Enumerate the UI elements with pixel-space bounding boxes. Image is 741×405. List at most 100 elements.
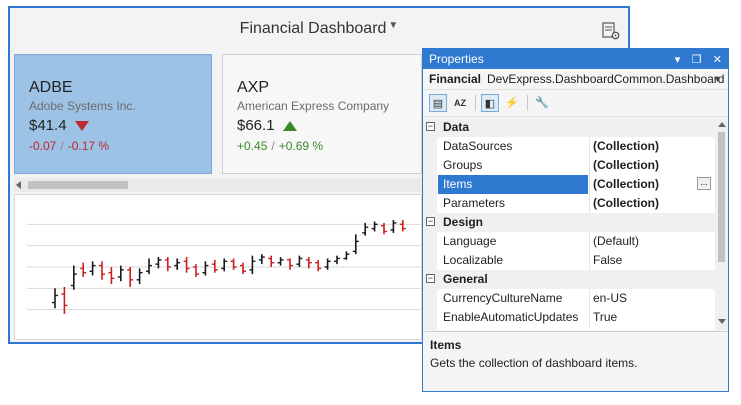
property-value[interactable]: (Collection) (593, 194, 711, 213)
category-general[interactable]: − General (423, 270, 715, 289)
scroll-down-icon[interactable] (718, 319, 726, 324)
chart-candle (352, 234, 359, 255)
dashboard-title: Financial Dashboard ▼ (10, 20, 628, 38)
property-value[interactable]: False (593, 251, 711, 270)
property-name: Localizable (443, 253, 504, 267)
card-company-name: American Express Company (237, 99, 390, 113)
window-position-icon[interactable]: ▾ (675, 54, 681, 66)
chart-candle (174, 258, 181, 270)
scroll-up-icon[interactable] (718, 122, 726, 127)
card-abs-change: +0.45 (237, 139, 268, 153)
chart-candle (117, 265, 124, 282)
properties-toolbar: ▤ AZ ◧ ⚡ 🔧 (423, 90, 728, 117)
card-symbol: ADBE (29, 79, 73, 96)
chart-candle (221, 258, 228, 272)
chart-candle (240, 262, 246, 275)
property-value[interactable]: en-US (593, 289, 711, 308)
chart-candle (334, 255, 340, 265)
property-row-localizable[interactable]: Localizable False (423, 251, 715, 270)
chart-candle (89, 261, 96, 276)
collapse-icon[interactable]: − (426, 274, 435, 283)
chart-candle (230, 258, 237, 270)
chart-candle (315, 259, 322, 272)
dashboard-title-text: Financial Dashboard (239, 20, 387, 37)
toolbar-divider (527, 95, 528, 111)
property-name: CurrencyCultureName (443, 291, 563, 305)
card-change: -0.07/-0.17 % (29, 139, 109, 153)
category-label: Data (443, 120, 470, 134)
chart-candle (343, 251, 350, 260)
property-row-datasources[interactable]: DataSources (Collection) (423, 137, 715, 156)
card-adbe[interactable]: ADBE Adobe Systems Inc. $41.4 -0.07/-0.1… (14, 54, 212, 174)
properties-icon[interactable]: ◧ (481, 94, 499, 112)
property-value[interactable]: (Collection) (593, 137, 711, 156)
chart-candle (193, 264, 199, 277)
chart-candle (287, 258, 293, 270)
property-grid-scrollbar[interactable] (715, 118, 728, 330)
card-axp[interactable]: AXP American Express Company $66.1 +0.45… (222, 54, 422, 174)
collapse-icon[interactable]: − (426, 122, 435, 131)
property-value[interactable]: (Default) (593, 232, 711, 251)
property-row-items[interactable]: Items (Collection) ... (423, 175, 715, 194)
scrollbar-thumb[interactable] (28, 181, 128, 189)
property-row-currencyculturename[interactable]: CurrencyCultureName en-US (423, 289, 715, 308)
object-type: DevExpress.DashboardCommon.Dashboard (487, 72, 725, 86)
card-price: $66.1 (237, 117, 297, 134)
property-name: Items (438, 175, 588, 194)
close-icon[interactable]: ✕ (713, 54, 722, 66)
chart-candle (80, 262, 87, 277)
description-panel: Items Gets the collection of dashboard i… (423, 331, 728, 391)
scrollbar-thumb[interactable] (718, 132, 725, 262)
property-value[interactable]: True (593, 308, 711, 327)
chart-candle (99, 261, 105, 280)
properties-title: Properties (429, 52, 484, 66)
property-name: Groups (443, 158, 483, 172)
category-label: Design (443, 215, 484, 229)
properties-title-bar[interactable]: Properties ▾ ❐ ✕ (423, 49, 728, 69)
category-design[interactable]: − Design (423, 213, 715, 232)
chart-candle (146, 258, 152, 275)
chart-candle (52, 288, 58, 309)
events-icon[interactable]: ⚡ (503, 94, 521, 112)
properties-window: Properties ▾ ❐ ✕ Financial DevExpress.Das… (422, 48, 729, 392)
candlestick-chart (27, 220, 421, 314)
card-price-value: $41.4 (29, 117, 67, 134)
chart-candle (136, 268, 143, 285)
property-row-parameters[interactable]: Parameters (Collection) (423, 194, 715, 213)
dashboard-settings-icon[interactable] (602, 22, 620, 40)
dropdown-arrow-icon[interactable]: ▼ (388, 20, 398, 31)
card-pct-change: -0.17 % (67, 139, 110, 153)
chart-candle (211, 259, 218, 273)
card-symbol: AXP (237, 79, 270, 96)
property-name: EnableAutomaticUpdates (443, 310, 579, 324)
arrow-down-icon (74, 121, 89, 132)
property-row-groups[interactable]: Groups (Collection) (423, 156, 715, 175)
categorized-icon[interactable]: ▤ (429, 94, 447, 112)
chart-candle (70, 265, 77, 290)
chart-candle (390, 220, 397, 233)
toolbar-divider (475, 95, 476, 111)
property-name: Parameters (443, 196, 506, 210)
maximize-icon[interactable]: ❐ (692, 54, 702, 66)
chart-panel (14, 194, 422, 340)
property-row-enableautomaticupdates[interactable]: EnableAutomaticUpdates True (423, 308, 715, 327)
property-row-language[interactable]: Language (Default) (423, 232, 715, 251)
chart-candle (108, 267, 115, 285)
object-name: Financial (429, 72, 482, 86)
chevron-down-icon[interactable]: ▼ (713, 69, 722, 89)
cards-horizontal-scrollbar[interactable] (14, 178, 422, 192)
property-value[interactable]: (Collection) (593, 156, 711, 175)
scroll-left-icon[interactable] (16, 181, 21, 189)
alphabetical-icon[interactable]: AZ (451, 94, 469, 112)
card-abs-change: -0.07 (29, 139, 57, 153)
property-pages-icon[interactable]: 🔧 (533, 94, 551, 112)
category-data[interactable]: − Data (423, 118, 715, 137)
property-value[interactable]: (Collection) (593, 175, 711, 194)
chart-candle (371, 221, 378, 232)
card-price-value: $66.1 (237, 117, 275, 134)
object-selector[interactable]: Financial DevExpress.DashboardCommon.Dash… (423, 69, 728, 90)
card-change: +0.45/+0.69 % (237, 139, 323, 153)
ellipsis-button[interactable]: ... (697, 177, 711, 190)
chart-candle (399, 220, 406, 232)
collapse-icon[interactable]: − (426, 217, 435, 226)
